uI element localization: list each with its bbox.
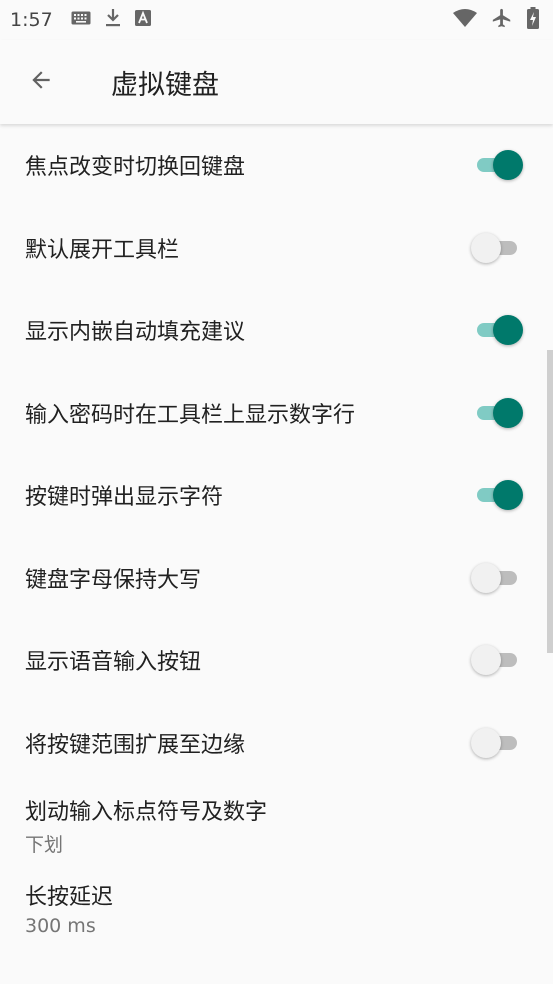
option-summary: 下划 [25, 833, 64, 856]
setting-label: 按键时弹出显示字符 [25, 485, 224, 511]
font-a-icon [134, 10, 151, 30]
setting-row[interactable]: 将按键范围扩展至边缘 [0, 702, 553, 785]
setting-row[interactable]: 焦点改变时切换回键盘 [0, 124, 553, 207]
setting-label: 默认展开工具栏 [25, 237, 180, 263]
status-time: 1:57 [10, 9, 53, 31]
toggle-switch[interactable] [471, 148, 523, 182]
app-bar: 虚拟键盘 [0, 40, 553, 124]
setting-row[interactable]: 按键时弹出显示字符 [0, 454, 553, 537]
scrollbar[interactable] [547, 350, 553, 653]
keyboard-icon [71, 10, 91, 30]
toggle-switch[interactable] [471, 313, 523, 347]
setting-row[interactable]: 显示内嵌自动填充建议 [0, 289, 553, 372]
setting-label: 键盘字母保持大写 [25, 567, 202, 593]
setting-row[interactable]: 显示语音输入按钮 [0, 619, 553, 702]
battery-charging-icon [527, 7, 539, 33]
option-row[interactable]: 划动输入标点符号及数字 下划 [0, 784, 553, 867]
setting-label: 显示语音输入按钮 [25, 650, 202, 676]
option-label: 划动输入标点符号及数字 [25, 799, 268, 825]
status-bar: 1:57 [0, 0, 553, 40]
toggle-switch[interactable] [471, 478, 523, 512]
arrow-left-icon [28, 67, 54, 97]
setting-row[interactable]: 输入密码时在工具栏上显示数字行 [0, 372, 553, 455]
option-row[interactable]: 长按延迟 300 ms [0, 867, 553, 950]
download-icon [105, 8, 121, 32]
toggle-switch[interactable] [471, 231, 523, 265]
airplane-icon [491, 7, 513, 33]
page-title: 虚拟键盘 [111, 69, 219, 101]
setting-label: 焦点改变时切换回键盘 [25, 155, 246, 181]
back-button[interactable] [13, 54, 69, 110]
toggle-switch[interactable] [471, 396, 523, 430]
wifi-icon [453, 9, 477, 31]
option-label: 长按延迟 [25, 884, 114, 910]
setting-label: 显示内嵌自动填充建议 [25, 320, 246, 346]
toggle-switch[interactable] [471, 561, 523, 595]
toggle-switch[interactable] [471, 643, 523, 677]
settings-list: 焦点改变时切换回键盘 默认展开工具栏 显示内嵌自动填充建议 输入密码时在工具栏上… [0, 124, 553, 949]
setting-row[interactable]: 键盘字母保持大写 [0, 537, 553, 620]
option-summary: 300 ms [25, 914, 96, 937]
setting-label: 输入密码时在工具栏上显示数字行 [25, 402, 356, 428]
toggle-switch[interactable] [471, 726, 523, 760]
setting-row[interactable]: 默认展开工具栏 [0, 207, 553, 290]
setting-label: 将按键范围扩展至边缘 [25, 732, 246, 758]
